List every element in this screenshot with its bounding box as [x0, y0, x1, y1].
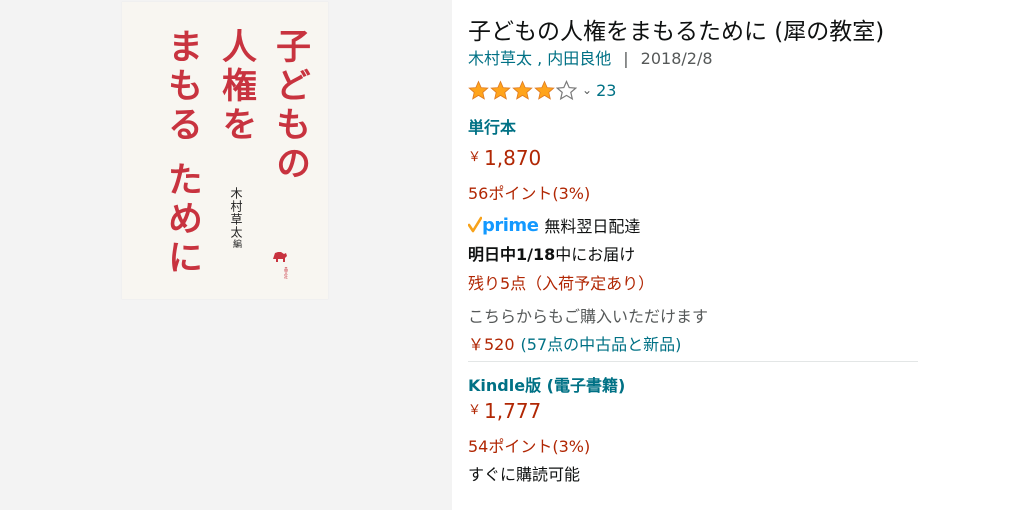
- cover-author-name: 木村草太: [229, 187, 243, 239]
- author-links[interactable]: 木村草太 , 内田良他: [468, 49, 611, 68]
- prime-check-icon: [468, 216, 482, 233]
- byline-separator: |: [623, 49, 629, 68]
- image-panel: 子どもの 人権を まもる ために 木村草太編 晶文社: [0, 0, 452, 510]
- byline: 木村草太 , 内田良他 | 2018/2/8: [468, 45, 713, 69]
- stock-status: 残り5点（入荷予定あり）: [468, 274, 655, 293]
- delivery-estimate: 明日中1/18中にお届け: [468, 241, 635, 265]
- divider: [468, 361, 918, 362]
- prime-wordmark: prime: [482, 214, 539, 236]
- delivery-suffix: 中にお届け: [555, 245, 636, 264]
- kindle-price[interactable]: ￥ 1,777: [468, 399, 541, 423]
- currency-symbol: ￥: [468, 403, 482, 418]
- star-filled-icon: [534, 80, 555, 100]
- kindle-points: 54ポイント(3%): [468, 437, 591, 456]
- star-filled-icon: [512, 80, 533, 100]
- cover-title-line-3: まもる ために: [162, 28, 202, 279]
- hardcover-price[interactable]: ￥ 1,870: [468, 146, 541, 170]
- other-sellers-label: こちらからもご購入いただけます: [468, 307, 709, 326]
- chevron-down-icon[interactable]: ⌄: [582, 83, 592, 97]
- product-title[interactable]: 子どもの人権をまもるために (犀の教室): [468, 12, 884, 46]
- currency-symbol: ￥: [468, 150, 482, 165]
- publisher-name: 晶文社: [284, 267, 289, 279]
- hardcover-price-value: 1,870: [484, 146, 542, 170]
- hardcover-points: 56ポイント(3%): [468, 184, 591, 203]
- prime-delivery: prime 無料翌日配達: [468, 213, 640, 237]
- prime-logo: prime: [468, 214, 539, 236]
- publication-date: 2018/2/8: [640, 49, 713, 68]
- star-filled-icon: [490, 80, 511, 100]
- used-offers[interactable]: ￥520 (57点の中古品と新品): [468, 331, 681, 355]
- star-rating[interactable]: [468, 79, 578, 101]
- star-filled-icon: [468, 80, 489, 100]
- format-kindle-link[interactable]: Kindle版 (電子書籍): [468, 372, 625, 396]
- used-offers-link[interactable]: (57点の中古品と新品): [521, 335, 682, 354]
- format-hardcover-link[interactable]: 単行本: [468, 114, 516, 138]
- kindle-availability: すぐに購読可能: [468, 465, 581, 484]
- prime-shipping-text: 無料翌日配達: [544, 217, 641, 236]
- cover-author: 木村草太編: [228, 187, 245, 249]
- rating-row[interactable]: ⌄ 23: [468, 79, 616, 101]
- delivery-date: 明日中1/18: [468, 245, 556, 264]
- review-count[interactable]: 23: [596, 81, 616, 100]
- cover-author-suffix: 編: [231, 239, 241, 249]
- book-cover-image[interactable]: 子どもの 人権を まもる ために 木村草太編 晶文社: [122, 2, 328, 299]
- star-empty-icon: [556, 79, 577, 100]
- cover-title-line-2: 人権を: [216, 28, 256, 145]
- publisher-logo-icon: 晶文社: [272, 249, 302, 293]
- used-price[interactable]: ￥520: [468, 335, 515, 354]
- kindle-price-value: 1,777: [484, 399, 542, 423]
- cover-title-line-1: 子どもの: [270, 28, 310, 184]
